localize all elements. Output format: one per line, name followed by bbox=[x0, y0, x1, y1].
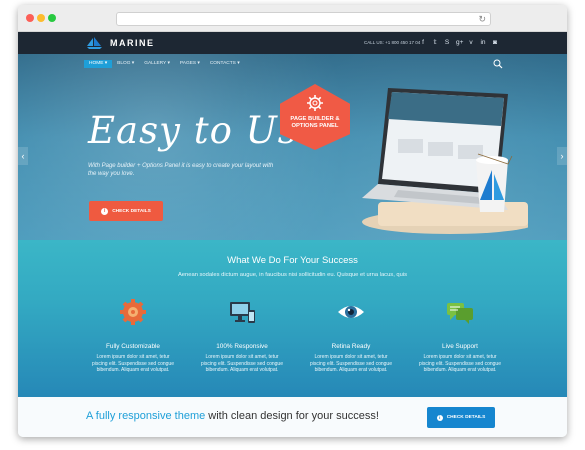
chat-bubbles-icon bbox=[447, 303, 473, 324]
features-section: What We Do For Your Success Aenean sodal… bbox=[18, 240, 567, 397]
linkedin-icon[interactable]: in bbox=[480, 38, 486, 48]
google-plus-icon[interactable]: g+ bbox=[456, 38, 463, 48]
info-icon: i bbox=[436, 414, 443, 421]
search-icon[interactable] bbox=[493, 59, 503, 69]
feature-retina: Retina Ready Lorem ipsum dolor sit amet,… bbox=[306, 298, 396, 374]
banner-highlight: A fully responsive theme bbox=[86, 410, 206, 422]
sailboat-logo-icon bbox=[87, 37, 102, 49]
feature-title: Live Support bbox=[442, 343, 478, 350]
hero-description: With Page builder + Options Panel it is … bbox=[88, 163, 274, 177]
section-title: What We Do For Your Success bbox=[227, 255, 358, 266]
nav-home[interactable]: HOME ▾ bbox=[84, 60, 113, 68]
browser-chrome: ↻ bbox=[18, 5, 567, 32]
feature-text: Lorem ipsum dolor sit amet, tetur piscin… bbox=[201, 354, 283, 373]
address-bar[interactable]: ↻ bbox=[116, 12, 491, 26]
feature-support: Live Support Lorem ipsum dolor sit amet,… bbox=[415, 298, 505, 374]
banner-button-label: CHECK DETAILS bbox=[446, 415, 486, 420]
feature-text: Lorem ipsum dolor sit amet, tetur piscin… bbox=[310, 354, 392, 373]
laptop-illustration bbox=[362, 88, 528, 234]
bottom-banner: A fully responsive theme with clean desi… bbox=[18, 397, 567, 437]
reload-icon[interactable]: ↻ bbox=[478, 13, 486, 25]
feature-title: Retina Ready bbox=[331, 343, 371, 350]
section-subtitle: Aenean sodales dictum augue, in faucibus… bbox=[177, 272, 408, 278]
browser-window: ↻ MARINE CALL US: +1 800 450 17 04 f 𝕥 S… bbox=[18, 5, 567, 437]
brand-name[interactable]: MARINE bbox=[110, 38, 155, 48]
twitter-icon[interactable]: 𝕥 bbox=[432, 38, 438, 48]
minimize-window-button[interactable] bbox=[37, 14, 45, 22]
social-links: f 𝕥 S g+ v in ◙ bbox=[420, 38, 498, 48]
main-nav: HOME ▾ BLOG ▾ GALLERY ▾ PAGES ▾ CONTACTS… bbox=[84, 60, 245, 68]
maximize-window-button[interactable] bbox=[48, 14, 56, 22]
banner-rest: with clean design for your success! bbox=[205, 410, 379, 422]
vimeo-icon[interactable]: v bbox=[468, 38, 474, 48]
feature-text: Lorem ipsum dolor sit amet, tetur piscin… bbox=[419, 354, 501, 373]
instagram-icon[interactable]: ◙ bbox=[492, 38, 498, 48]
banner-check-details-button[interactable]: i CHECK DETAILS bbox=[427, 407, 495, 428]
eye-icon bbox=[338, 306, 364, 318]
devices-icon bbox=[230, 302, 255, 323]
skype-icon[interactable]: S bbox=[444, 38, 450, 48]
website: MARINE CALL US: +1 800 450 17 04 f 𝕥 S g… bbox=[18, 32, 567, 437]
gear-icon bbox=[307, 95, 323, 111]
feature-title: Fully Customizable bbox=[106, 343, 160, 350]
feature-text: Lorem ipsum dolor sit amet, tetur piscin… bbox=[92, 354, 174, 373]
nav-pages[interactable]: PAGES ▾ bbox=[175, 60, 205, 68]
customize-gear-icon bbox=[120, 299, 146, 325]
slider-next-arrow-icon[interactable]: › bbox=[557, 147, 567, 165]
nav-blog[interactable]: BLOG ▾ bbox=[112, 60, 139, 68]
check-details-button[interactable]: i CHECK DETAILS bbox=[89, 201, 163, 221]
feature-customizable: Fully Customizable Lorem ipsum dolor sit… bbox=[88, 298, 178, 374]
banner-text: A fully responsive theme with clean desi… bbox=[86, 410, 379, 423]
slider-prev-arrow-icon[interactable]: ‹ bbox=[18, 147, 28, 165]
feature-title: 100% Responsive bbox=[216, 343, 268, 350]
badge-text: PAGE BUILDER & OPTIONS PANEL bbox=[290, 116, 340, 129]
check-details-label: CHECK DETAILS bbox=[112, 208, 151, 214]
feature-responsive: 100% Responsive Lorem ipsum dolor sit am… bbox=[197, 298, 287, 374]
close-window-button[interactable] bbox=[26, 14, 34, 22]
hero-slider: HOME ▾ BLOG ▾ GALLERY ▾ PAGES ▾ CONTACTS… bbox=[18, 54, 567, 240]
call-us-text: CALL US: +1 800 450 17 04 bbox=[364, 40, 421, 45]
nav-contacts[interactable]: CONTACTS ▾ bbox=[205, 60, 245, 68]
top-bar: MARINE CALL US: +1 800 450 17 04 f 𝕥 S g… bbox=[18, 32, 567, 54]
facebook-icon[interactable]: f bbox=[420, 38, 426, 48]
info-icon: i bbox=[101, 207, 109, 215]
nav-gallery[interactable]: GALLERY ▾ bbox=[139, 60, 175, 68]
